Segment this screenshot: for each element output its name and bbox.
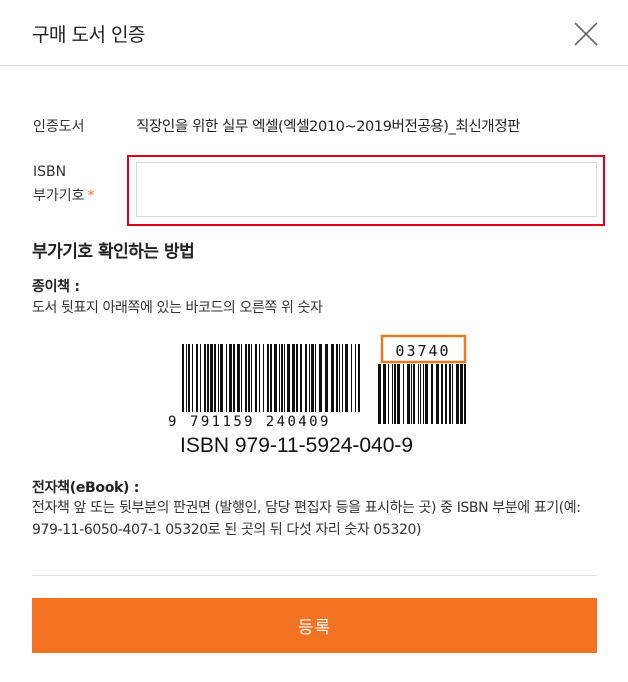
barcode-lead-digit: 9 <box>168 414 176 430</box>
barcode-bar <box>351 344 352 412</box>
barcode-bar <box>270 344 272 412</box>
barcode-bar <box>407 364 410 424</box>
barcode-bar <box>452 364 453 424</box>
barcode-bar <box>436 364 439 424</box>
barcode-bar <box>392 364 393 424</box>
paper-book-description: 도서 뒷표지 아래쪽에 있는 바코드의 오른쪽 위 숫자 <box>32 300 323 316</box>
barcode-bar <box>214 344 216 412</box>
barcode-bar <box>418 364 419 424</box>
barcode-bar <box>413 364 415 424</box>
barcode-bar <box>300 344 302 412</box>
barcode-bar <box>315 344 316 412</box>
barcode-bar <box>196 344 198 412</box>
barcode-bar <box>441 364 443 424</box>
barcode-bar <box>296 344 298 412</box>
barcode-bar <box>281 344 283 412</box>
barcode-bar <box>284 344 285 412</box>
book-label: 인증도서 <box>33 119 85 135</box>
barcode-bar <box>210 344 213 412</box>
barcode-bar <box>241 344 242 412</box>
isbn-label: ISBN 부가기호 * <box>33 161 95 207</box>
paper-book-heading: 종이책 : <box>32 279 80 295</box>
barcode-bar <box>188 344 190 412</box>
barcode-digits: 791159 240409 <box>190 414 331 430</box>
barcode-bar <box>342 344 343 412</box>
barcode-isbn-text: ISBN 979-11-5924-040-9 <box>180 434 413 457</box>
addon-code-text: 03740 <box>395 342 450 360</box>
barcode-bar <box>311 344 314 412</box>
close-icon <box>574 22 598 46</box>
barcode-bar <box>192 344 193 412</box>
barcode-bar <box>355 344 356 412</box>
barcode-bar <box>274 344 277 412</box>
barcode-bar <box>388 364 389 424</box>
barcode-bar <box>248 344 250 412</box>
ebook-description: 전자책 앞 또는 뒷부분의 판권면 (발행인, 담당 편집자 등을 표시하는 곳… <box>32 500 581 538</box>
barcode-bar <box>182 344 184 412</box>
barcode-bar <box>403 364 404 424</box>
submit-button[interactable]: 등록 <box>32 598 597 653</box>
barcode-bar <box>423 364 424 424</box>
barcode-bar <box>255 344 257 412</box>
modal-header: 구매 도서 인증 <box>0 0 628 66</box>
barcode-main-bars <box>182 344 360 412</box>
barcode-illustration: 03740 9 791159 240409 ISBN 979-11-5924-0… <box>168 334 467 457</box>
barcode-bar <box>292 344 295 412</box>
barcode-bar <box>251 344 252 412</box>
barcode-bar <box>220 344 223 412</box>
barcode-bar <box>378 364 381 424</box>
barcode-bar <box>383 364 386 424</box>
barcode-bar <box>358 344 360 412</box>
barcode-bar <box>207 344 209 412</box>
guide-title: 부가기호 확인하는 방법 <box>32 242 195 262</box>
barcode-bar <box>345 344 348 412</box>
barcode-addon-bars <box>378 364 466 424</box>
barcode-bar <box>237 344 240 412</box>
close-button[interactable] <box>572 20 600 48</box>
barcode-bar <box>233 344 235 412</box>
barcode-bar <box>267 344 269 412</box>
barcode-bar <box>263 344 264 412</box>
barcode-bar <box>445 364 447 424</box>
required-mark: * <box>87 188 95 204</box>
barcode-bar <box>186 344 187 412</box>
barcode-bar <box>425 364 428 424</box>
barcode-bar <box>226 344 227 412</box>
barcode-bar <box>245 344 247 412</box>
barcode-bar <box>319 344 322 412</box>
barcode-bar <box>411 364 412 424</box>
barcode-bar <box>460 364 463 424</box>
barcode-bar <box>431 364 433 424</box>
barcode-bar <box>204 344 206 412</box>
barcode-bar <box>331 344 334 412</box>
barcode-bar <box>218 344 219 412</box>
barcode-bar <box>456 364 459 424</box>
barcode-bar <box>279 344 280 412</box>
barcode-bar <box>259 344 260 412</box>
barcode-bar <box>305 344 307 412</box>
isbn-label-line2: 부가기호 <box>33 188 85 204</box>
barcode-bar <box>397 364 400 424</box>
barcode-bar <box>229 344 232 412</box>
isbn-label-line2-wrap: 부가기호 * <box>33 185 95 207</box>
barcode-bar <box>464 364 466 424</box>
isbn-label-line1: ISBN <box>33 164 67 180</box>
modal-title: 구매 도서 인증 <box>32 24 145 46</box>
barcode-bar <box>336 344 338 412</box>
barcode-bar <box>449 364 451 424</box>
barcode-bar <box>394 364 396 424</box>
barcode-bar <box>287 344 290 412</box>
ebook-heading: 전자책(eBook) : <box>32 480 140 496</box>
barcode-bar <box>420 364 421 424</box>
barcode-bar <box>309 344 310 412</box>
barcode-bar <box>339 344 340 412</box>
barcode-bar <box>200 344 201 412</box>
isbn-addon-input[interactable] <box>136 162 597 217</box>
barcode-bar <box>325 344 328 412</box>
divider <box>32 575 597 576</box>
book-title: 직장인을 위한 실무 엑셀(엑셀2010~2019버전공용)_최신개정판 <box>136 119 521 135</box>
